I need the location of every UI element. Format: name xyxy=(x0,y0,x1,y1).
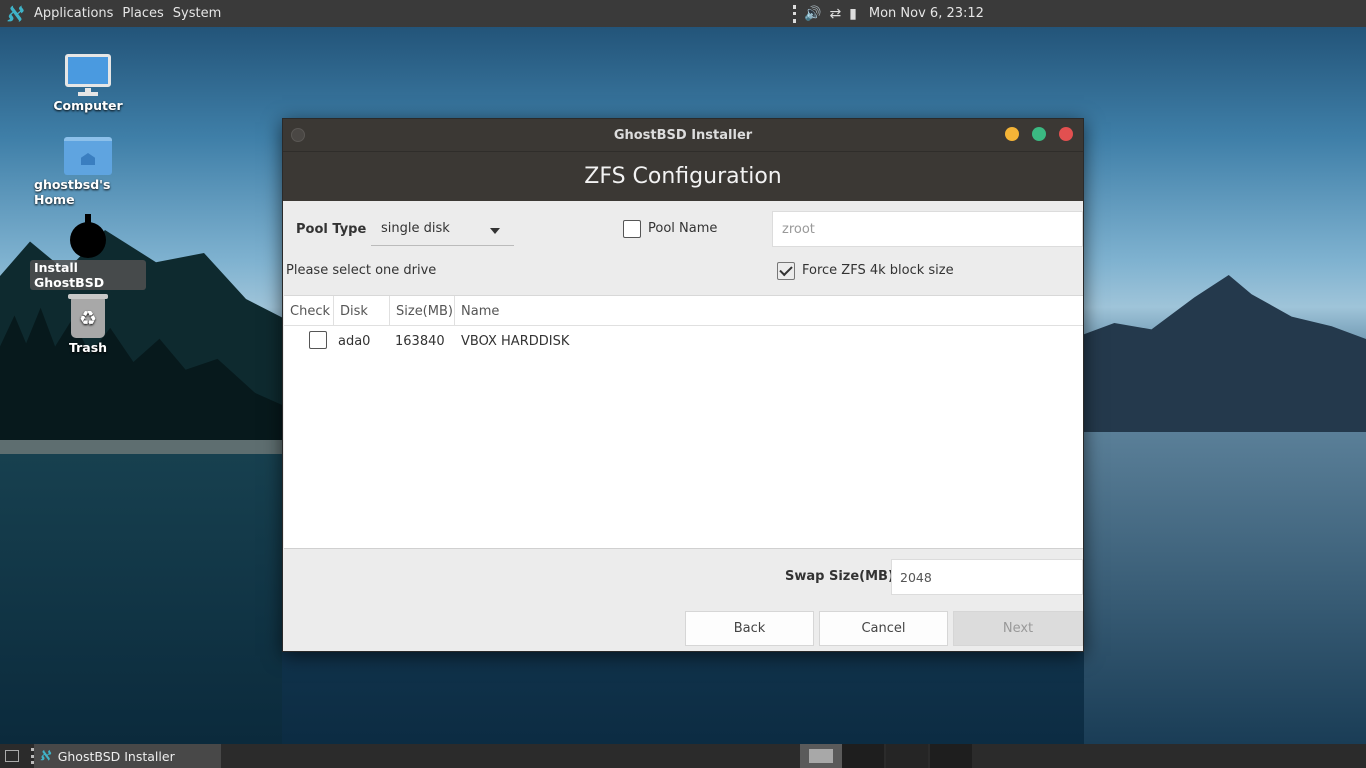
next-button[interactable]: Next xyxy=(953,611,1083,646)
workspace-4[interactable] xyxy=(930,744,972,768)
menu-system[interactable]: System xyxy=(173,6,221,21)
desktop-icon-home[interactable]: ghostbsd's Home xyxy=(30,134,146,207)
workspace-3[interactable] xyxy=(886,744,928,768)
taskbar-item-label: GhostBSD Installer xyxy=(57,748,175,764)
show-desktop-icon[interactable] xyxy=(5,750,19,762)
trash-icon: ♻ xyxy=(68,294,108,338)
disk-select-checkbox[interactable] xyxy=(309,331,327,349)
bottom-panel: ℵ GhostBSD Installer xyxy=(0,744,1366,768)
close-button[interactable] xyxy=(1059,127,1073,141)
pool-name-input[interactable]: zroot xyxy=(772,211,1083,247)
column-disk[interactable]: Disk xyxy=(334,296,390,326)
disk-cell: ada0 xyxy=(338,334,371,349)
name-cell: VBOX HARDDISK xyxy=(461,334,570,349)
wallpaper-water-right xyxy=(1084,432,1366,744)
pool-type-label: Pool Type xyxy=(296,222,367,237)
force-4k-checkbox[interactable] xyxy=(777,262,795,280)
workspace-2[interactable] xyxy=(842,744,884,768)
pool-type-dropdown[interactable]: single disk xyxy=(371,212,514,246)
maximize-button[interactable] xyxy=(1032,127,1046,141)
workspace-1[interactable] xyxy=(800,744,842,768)
desktop-icon-label: Trash xyxy=(68,340,108,355)
swap-size-input[interactable]: 2048 xyxy=(891,559,1083,595)
chevron-down-icon xyxy=(490,228,500,234)
disk-table: Check Disk Size(MB) Name ada0 163840 VBO… xyxy=(284,295,1083,549)
menu-applications[interactable]: Applications xyxy=(34,6,113,21)
wallpaper-shore xyxy=(0,440,285,454)
desktop-icon-label: Install GhostBSD xyxy=(30,260,146,290)
window-title: GhostBSD Installer xyxy=(613,127,753,143)
desktop-icon-computer[interactable]: Computer xyxy=(30,52,146,113)
network-icon[interactable]: ⇄ xyxy=(829,6,841,22)
system-tray: 🔊 ⇄ ▮ Mon Nov 6, 23:12 xyxy=(793,0,984,27)
installer-icon xyxy=(70,214,106,258)
desktop-icon-install[interactable]: Install GhostBSD xyxy=(30,214,146,290)
wallpaper-mountain-right xyxy=(1080,275,1366,435)
ghostbsd-logo-icon[interactable]: ℵ xyxy=(3,2,25,26)
desktop-icon-trash[interactable]: ♻ Trash xyxy=(30,294,146,355)
battery-icon[interactable]: ▮ xyxy=(849,6,857,22)
taskbar-item-installer[interactable]: ℵ GhostBSD Installer xyxy=(34,744,221,768)
table-header: Check Disk Size(MB) Name xyxy=(284,296,1083,326)
pool-name-label[interactable]: Pool Name xyxy=(648,221,717,236)
back-button[interactable]: Back xyxy=(685,611,814,646)
pool-type-value: single disk xyxy=(381,221,450,236)
page-title: ZFS Configuration xyxy=(283,151,1083,201)
force-4k-label[interactable]: Force ZFS 4k block size xyxy=(802,263,954,278)
size-cell: 163840 xyxy=(395,334,445,349)
installer-window: GhostBSD Installer ZFS Configuration Poo… xyxy=(282,118,1084,652)
minimize-button[interactable] xyxy=(1005,127,1019,141)
column-name[interactable]: Name xyxy=(455,296,1083,326)
table-row[interactable]: ada0 163840 VBOX HARDDISK xyxy=(284,326,1083,356)
desktop-icon-label: Computer xyxy=(53,98,123,113)
wallpaper-water-left xyxy=(0,454,282,744)
home-folder-icon xyxy=(64,137,112,175)
volume-icon[interactable]: 🔊 xyxy=(804,6,821,22)
column-size[interactable]: Size(MB) xyxy=(390,296,455,326)
ghostbsd-logo-icon: ℵ xyxy=(40,748,50,764)
pool-options-row: Pool Type single disk Pool Name zroot xyxy=(283,209,1083,249)
swap-size-label: Swap Size(MB) xyxy=(785,569,894,584)
computer-icon xyxy=(65,54,111,87)
panel-handle[interactable] xyxy=(793,4,796,23)
menu-places[interactable]: Places xyxy=(122,6,163,21)
cancel-button[interactable]: Cancel xyxy=(819,611,948,646)
pool-name-checkbox[interactable] xyxy=(623,220,641,238)
top-panel: ℵ Applications Places System 🔊 ⇄ ▮ Mon N… xyxy=(0,0,1366,27)
window-titlebar[interactable]: GhostBSD Installer xyxy=(283,119,1083,151)
window-controls xyxy=(1005,127,1073,141)
computer-icon-stand xyxy=(78,88,98,96)
column-check[interactable]: Check xyxy=(284,296,334,326)
clock[interactable]: Mon Nov 6, 23:12 xyxy=(869,6,984,21)
window-menu-icon[interactable] xyxy=(291,128,305,142)
desktop-icon-label: ghostbsd's Home xyxy=(34,177,111,207)
select-drive-hint: Please select one drive xyxy=(286,263,437,278)
